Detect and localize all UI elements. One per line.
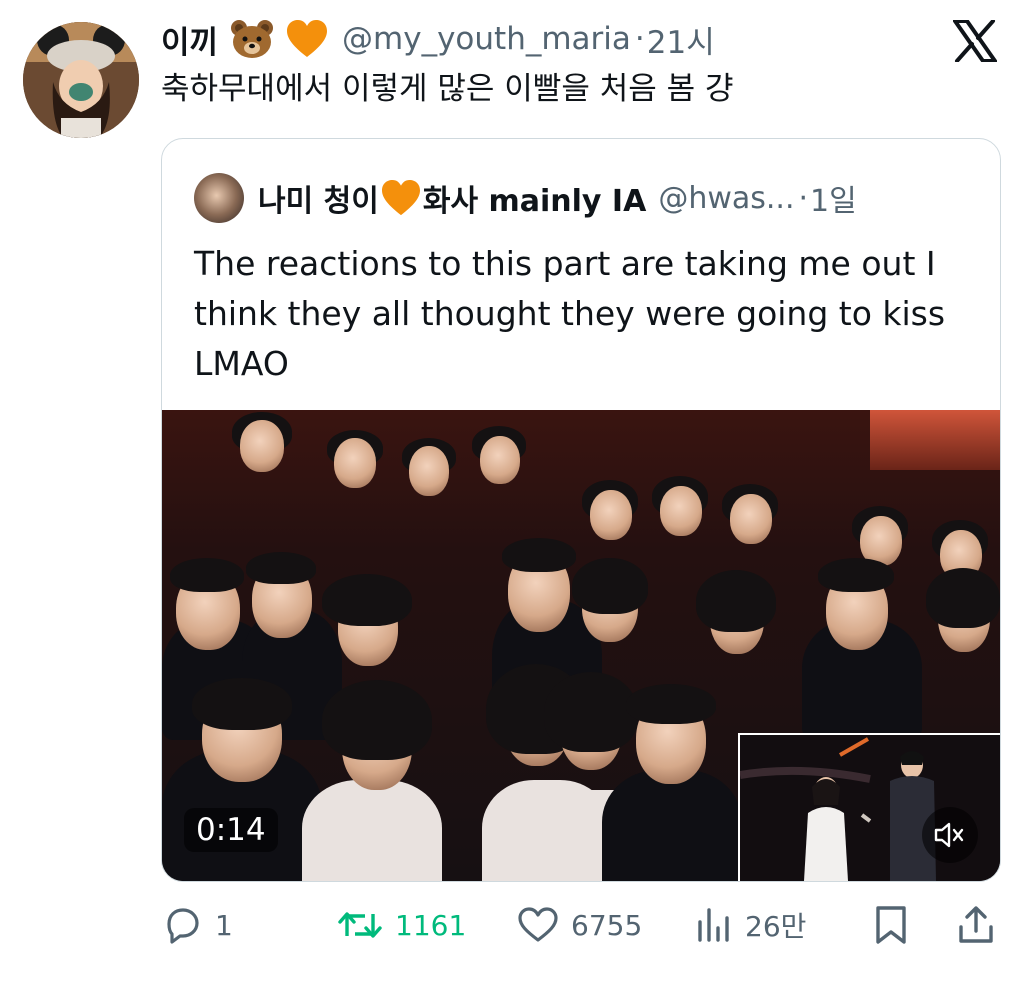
retweet-count: 1161 <box>395 908 467 942</box>
quote-meta-separator: · <box>798 180 809 216</box>
share-button[interactable] <box>957 900 995 950</box>
like-icon <box>518 907 558 942</box>
reply-count: 1 <box>215 908 233 942</box>
reply-button[interactable]: 1 <box>163 900 233 950</box>
views-button[interactable]: 26만 <box>695 900 806 950</box>
quote-author-name[interactable]: 나미 청이 화사 mainly IA <box>258 176 646 220</box>
like-count: 6755 <box>571 908 643 942</box>
view-count: 26만 <box>745 910 807 943</box>
tweet-text: 축하무대에서 이렇게 많은 이빨을 처음 봄 걍 <box>161 71 734 107</box>
author-handle[interactable]: @my_youth_maria <box>342 21 631 57</box>
quoted-tweet-card[interactable]: 나미 청이 화사 mainly IA @hwas... · 1일 The rea… <box>161 138 1001 882</box>
meta-separator: · <box>634 21 645 57</box>
action-bar: 1 1161 6755 26만 <box>161 900 999 950</box>
orange-heart-icon <box>381 179 421 217</box>
bookmark-icon <box>876 906 906 944</box>
quote-text: The reactions to this part are taking me… <box>194 244 946 383</box>
quote-author-name-prefix: 나미 청이 <box>258 184 379 219</box>
retweet-button[interactable]: 1161 <box>337 900 466 950</box>
picture-in-picture-inset <box>738 733 1000 881</box>
author-avatar[interactable] <box>23 22 139 138</box>
quote-timestamp[interactable]: 1일 <box>810 176 857 220</box>
bookmark-button[interactable] <box>873 900 909 950</box>
bear-emoji-icon <box>230 19 274 59</box>
quote-author-name-suffix: 화사 mainly IA <box>422 184 647 219</box>
quote-author-handle[interactable]: @hwas... <box>658 181 794 216</box>
quote-author-avatar[interactable] <box>194 173 244 223</box>
author-name[interactable]: 이끼 <box>161 17 218 62</box>
video-player[interactable]: 0:14 <box>162 410 1000 881</box>
x-logo-icon <box>951 19 999 63</box>
reply-icon <box>167 908 199 944</box>
mute-icon <box>934 822 964 848</box>
video-duration: 0:14 <box>184 808 278 852</box>
retweet-icon <box>338 912 382 938</box>
mute-button[interactable] <box>922 807 978 863</box>
tweet-header: 이끼 @my_youth_maria · 21시 <box>161 14 934 64</box>
tweet-timestamp[interactable]: 21시 <box>647 17 715 62</box>
like-button[interactable]: 6755 <box>517 900 642 950</box>
audience-back-row <box>162 410 1000 580</box>
orange-heart-icon <box>286 19 328 59</box>
views-icon <box>698 908 729 942</box>
share-icon <box>959 906 993 943</box>
quote-header: 나미 청이 화사 mainly IA @hwas... · 1일 <box>194 173 857 223</box>
